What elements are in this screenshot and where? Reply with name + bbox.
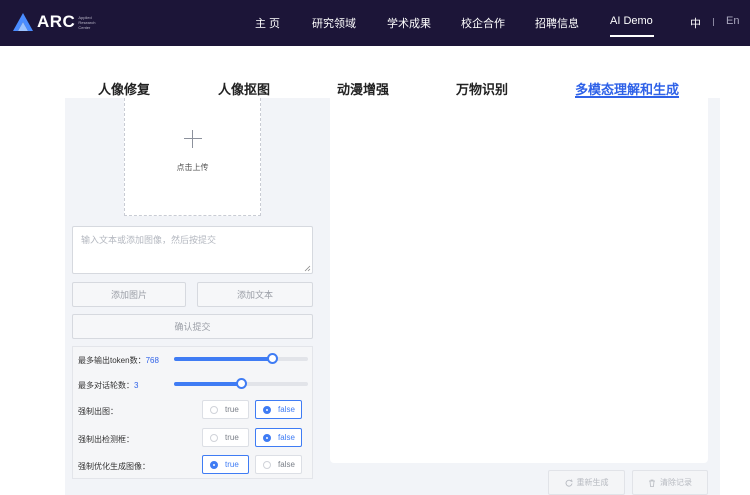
max-rounds-label: 最多对话轮数：3 [78, 381, 139, 390]
max-tokens-slider-handle[interactable] [266, 353, 278, 364]
regenerate-button[interactable]: 重新生成 [548, 470, 625, 495]
radio-checked-icon [210, 460, 218, 469]
tab-portrait-restoration[interactable]: 人像修复 [98, 79, 150, 98]
force-optimize-false-radio[interactable]: false [255, 455, 302, 474]
max-rounds-slider-handle[interactable] [236, 378, 247, 389]
radio-checked-icon [263, 405, 271, 414]
max-tokens-label: 最多输出token数：768 [78, 356, 159, 365]
nav-recruitment[interactable]: 招聘信息 [535, 15, 579, 31]
nav-research-areas[interactable]: 研究领域 [312, 15, 356, 31]
nav-active-indicator [610, 35, 654, 37]
top-navigation-bar: ARC Applied Research Center 主 页 研究领域 学术成… [0, 0, 750, 46]
arc-logo-icon [13, 13, 33, 31]
force-image-false-radio[interactable]: false [255, 400, 302, 419]
force-image-label: 强制出图： [78, 407, 118, 416]
arc-logo[interactable]: ARC Applied Research Center [12, 8, 100, 36]
max-rounds-value: 3 [134, 381, 139, 390]
radio-icon [210, 405, 218, 414]
logo-text: ARC [37, 12, 76, 31]
tab-object-recognition[interactable]: 万物识别 [456, 79, 508, 98]
max-tokens-value: 768 [145, 356, 159, 365]
max-rounds-slider-fill [174, 382, 241, 386]
language-chinese[interactable]: 中 [690, 15, 701, 31]
force-optimize-image-label: 强制优化生成图像： [78, 462, 150, 471]
image-upload-area[interactable]: 点击上传 [124, 98, 261, 216]
upload-label: 点击上传 [176, 163, 209, 172]
settings-panel: 最多输出token数：768 最多对话轮数：3 强制出图： true false… [72, 346, 313, 479]
prompt-input[interactable] [72, 226, 313, 274]
tab-portrait-matting[interactable]: 人像抠图 [218, 79, 270, 98]
nav-academic-results[interactable]: 学术成果 [387, 15, 431, 31]
refresh-icon [565, 478, 573, 487]
logo-subtitle: Applied Research Center [78, 14, 96, 30]
language-divider [713, 18, 714, 26]
confirm-submit-button[interactable]: 确认提交 [72, 314, 313, 339]
resize-handle-icon[interactable] [304, 265, 311, 272]
force-optimize-true-radio[interactable]: true [202, 455, 249, 474]
plus-icon [184, 130, 202, 148]
add-text-button[interactable]: 添加文本 [197, 282, 313, 307]
max-tokens-slider-fill [174, 357, 272, 361]
force-detection-false-radio[interactable]: false [255, 428, 302, 447]
chat-output-area [330, 98, 708, 463]
nav-industry-cooperation[interactable]: 校企合作 [461, 15, 505, 31]
force-detection-true-radio[interactable]: true [202, 428, 249, 447]
clear-history-button[interactable]: 清除记录 [632, 470, 708, 495]
force-image-true-radio[interactable]: true [202, 400, 249, 419]
force-detection-box-label: 强制出检测框： [78, 435, 134, 444]
radio-icon [210, 433, 218, 442]
max-rounds-slider[interactable] [174, 378, 308, 389]
nav-home[interactable]: 主 页 [255, 15, 280, 31]
radio-icon [263, 460, 271, 469]
radio-checked-icon [263, 433, 271, 442]
tab-anime-enhancement[interactable]: 动漫增强 [337, 79, 389, 98]
max-tokens-slider[interactable] [174, 353, 308, 364]
language-english[interactable]: En [726, 15, 739, 27]
add-image-button[interactable]: 添加图片 [72, 282, 186, 307]
trash-icon [649, 479, 655, 487]
nav-ai-demo[interactable]: AI Demo [610, 15, 653, 27]
